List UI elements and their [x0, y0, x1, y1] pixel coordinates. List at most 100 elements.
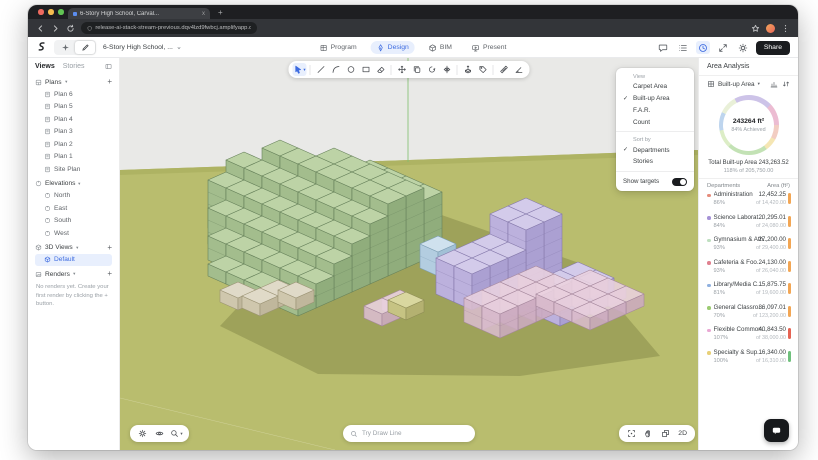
profile-avatar[interactable]: [766, 24, 775, 33]
plan-item-plan-2[interactable]: Plan 2: [35, 138, 112, 151]
elevation-item-north[interactable]: North: [35, 190, 112, 203]
department-row[interactable]: Library/Media C...81%15,875.75of 19,600.…: [707, 281, 790, 304]
share-button[interactable]: Share: [756, 41, 790, 55]
history-icon[interactable]: [696, 41, 710, 54]
sort-icon[interactable]: [782, 80, 790, 88]
arc-tool[interactable]: [329, 63, 343, 76]
eraser-tool[interactable]: [374, 63, 388, 76]
line-tool[interactable]: [314, 63, 328, 76]
browser-tab[interactable]: 6-Story High School, Carval... x: [68, 8, 210, 19]
elevations-section-header[interactable]: Elevations ▾: [35, 178, 112, 190]
display-settings-icon[interactable]: [135, 427, 150, 440]
new-tab-button[interactable]: +: [218, 9, 223, 17]
tab-program[interactable]: Program: [314, 41, 363, 54]
plan-item-plan-5[interactable]: Plan 5: [35, 101, 112, 114]
rotate-tool[interactable]: [425, 63, 439, 76]
view-option-f-a-r-[interactable]: F.A.R.: [616, 105, 694, 117]
massing-model: [120, 58, 698, 450]
view-item-label: North: [54, 192, 70, 199]
bookmark-star-icon[interactable]: [751, 24, 760, 33]
zoom-options-button[interactable]: ▾: [169, 427, 184, 440]
department-row[interactable]: Cafeteria & Foo...93%24,130.00of 26,040.…: [707, 259, 790, 282]
measure-tool[interactable]: [497, 63, 511, 76]
sidebar-tab-views[interactable]: Views: [35, 63, 55, 70]
chart-icon[interactable]: [770, 80, 778, 88]
plans-icon: [35, 79, 42, 86]
command-search-input[interactable]: [362, 430, 468, 437]
zoom-window-button[interactable]: [58, 9, 64, 15]
select-tool[interactable]: ▾: [293, 63, 307, 76]
renders-section-header[interactable]: Renders ▾ +: [35, 268, 112, 280]
department-row[interactable]: Specialty & Sup...100%16,340.00of 16,310…: [707, 349, 790, 372]
sort-option-stories[interactable]: Stories: [616, 156, 694, 168]
minimize-window-button[interactable]: [48, 9, 54, 15]
tag-tool[interactable]: [476, 63, 490, 76]
zoom-fit-icon[interactable]: [624, 427, 639, 440]
elevation-item-south[interactable]: South: [35, 215, 112, 228]
push-pull-tool[interactable]: [461, 63, 475, 76]
department-row[interactable]: General Classro...70%86,097.01of 123,200…: [707, 304, 790, 327]
edit-pencil-icon[interactable]: [75, 41, 95, 54]
show-targets-toggle[interactable]: [672, 178, 687, 187]
circle-tool[interactable]: [344, 63, 358, 76]
pan-hand-icon[interactable]: [641, 427, 656, 440]
view-option-carpet-area[interactable]: Carpet Area: [616, 81, 694, 93]
views-layers-icon[interactable]: [658, 427, 673, 440]
flip-tool[interactable]: [440, 63, 454, 76]
views3d-section-header[interactable]: 3D Views ▾ +: [35, 242, 112, 254]
project-title[interactable]: 6-Story High School, ...: [103, 44, 182, 51]
add-render-button[interactable]: +: [107, 270, 112, 278]
department-row[interactable]: Flexible Common...107%40,843.50of 38,000…: [707, 326, 790, 349]
plan-item-plan-6[interactable]: Plan 6: [35, 88, 112, 101]
collapse-sidebar-icon[interactable]: [105, 63, 112, 70]
show-targets-row[interactable]: Show targets: [616, 175, 694, 187]
command-search-bar[interactable]: [343, 425, 475, 442]
toggle-2d-button[interactable]: 2D: [675, 430, 690, 437]
tab-close-icon[interactable]: x: [202, 11, 205, 17]
plan-item-site-plan[interactable]: Site Plan: [35, 163, 112, 176]
rectangle-tool[interactable]: [359, 63, 373, 76]
back-icon[interactable]: [36, 24, 45, 33]
tab-bim[interactable]: BIM: [423, 41, 458, 54]
close-window-button[interactable]: [38, 9, 44, 15]
plan-item-plan-4[interactable]: Plan 4: [35, 113, 112, 126]
ai-sparkle-icon[interactable]: [55, 41, 75, 54]
visibility-eye-icon[interactable]: [152, 427, 167, 440]
department-row[interactable]: Gymnasium & Ath...93%27,200.00of 29,400.…: [707, 236, 790, 259]
outline-icon[interactable]: [676, 41, 690, 54]
address-bar[interactable]: release-ai-stack-stream-previous.dqv4lzd…: [81, 22, 257, 34]
comment-icon[interactable]: [656, 41, 670, 54]
protractor-tool[interactable]: [512, 63, 526, 76]
elevations-list: North EastSouthWest: [35, 190, 112, 240]
forward-icon[interactable]: [51, 24, 60, 33]
settings-icon[interactable]: [736, 41, 750, 54]
metric-selector[interactable]: Built-up Area ▾: [707, 80, 790, 88]
plan-item-plan-3[interactable]: Plan 3: [35, 126, 112, 139]
help-chat-button[interactable]: [764, 419, 789, 442]
plan-item-plan-1[interactable]: Plan 1: [35, 151, 112, 164]
expand-icon[interactable]: [716, 41, 730, 54]
3d-view-item-default[interactable]: Default: [35, 254, 112, 267]
browser-menu-icon[interactable]: [781, 24, 790, 33]
add-3d-view-button[interactable]: +: [107, 244, 112, 252]
add-plan-button[interactable]: +: [107, 78, 112, 86]
model-canvas[interactable]: ▾: [120, 58, 698, 450]
view-option-built-up-area[interactable]: ✓Built-up Area: [616, 93, 694, 105]
copy-tool[interactable]: [410, 63, 424, 76]
tab-design[interactable]: Design: [371, 41, 415, 54]
tab-present[interactable]: Present: [466, 41, 512, 54]
sidebar-tab-stories[interactable]: Stories: [63, 63, 85, 70]
mode-segmented-control[interactable]: [54, 40, 96, 55]
department-row[interactable]: Administration86%12,452.25of 14,420.00: [707, 191, 790, 214]
app-logo-icon[interactable]: [36, 39, 47, 57]
move-tool[interactable]: [395, 63, 409, 76]
elevation-item-east[interactable]: East: [35, 202, 112, 215]
elevation-item-west[interactable]: West: [35, 227, 112, 240]
window-controls[interactable]: [38, 9, 64, 15]
reload-icon[interactable]: [66, 24, 75, 33]
department-color-dot: [707, 239, 711, 243]
plans-section-header[interactable]: Plans ▾ +: [35, 76, 112, 88]
sort-option-departments[interactable]: ✓Departments: [616, 144, 694, 156]
view-option-count[interactable]: Count: [616, 116, 694, 128]
department-row[interactable]: Science Laborat...84%20,295.01of 24,080.…: [707, 214, 790, 237]
